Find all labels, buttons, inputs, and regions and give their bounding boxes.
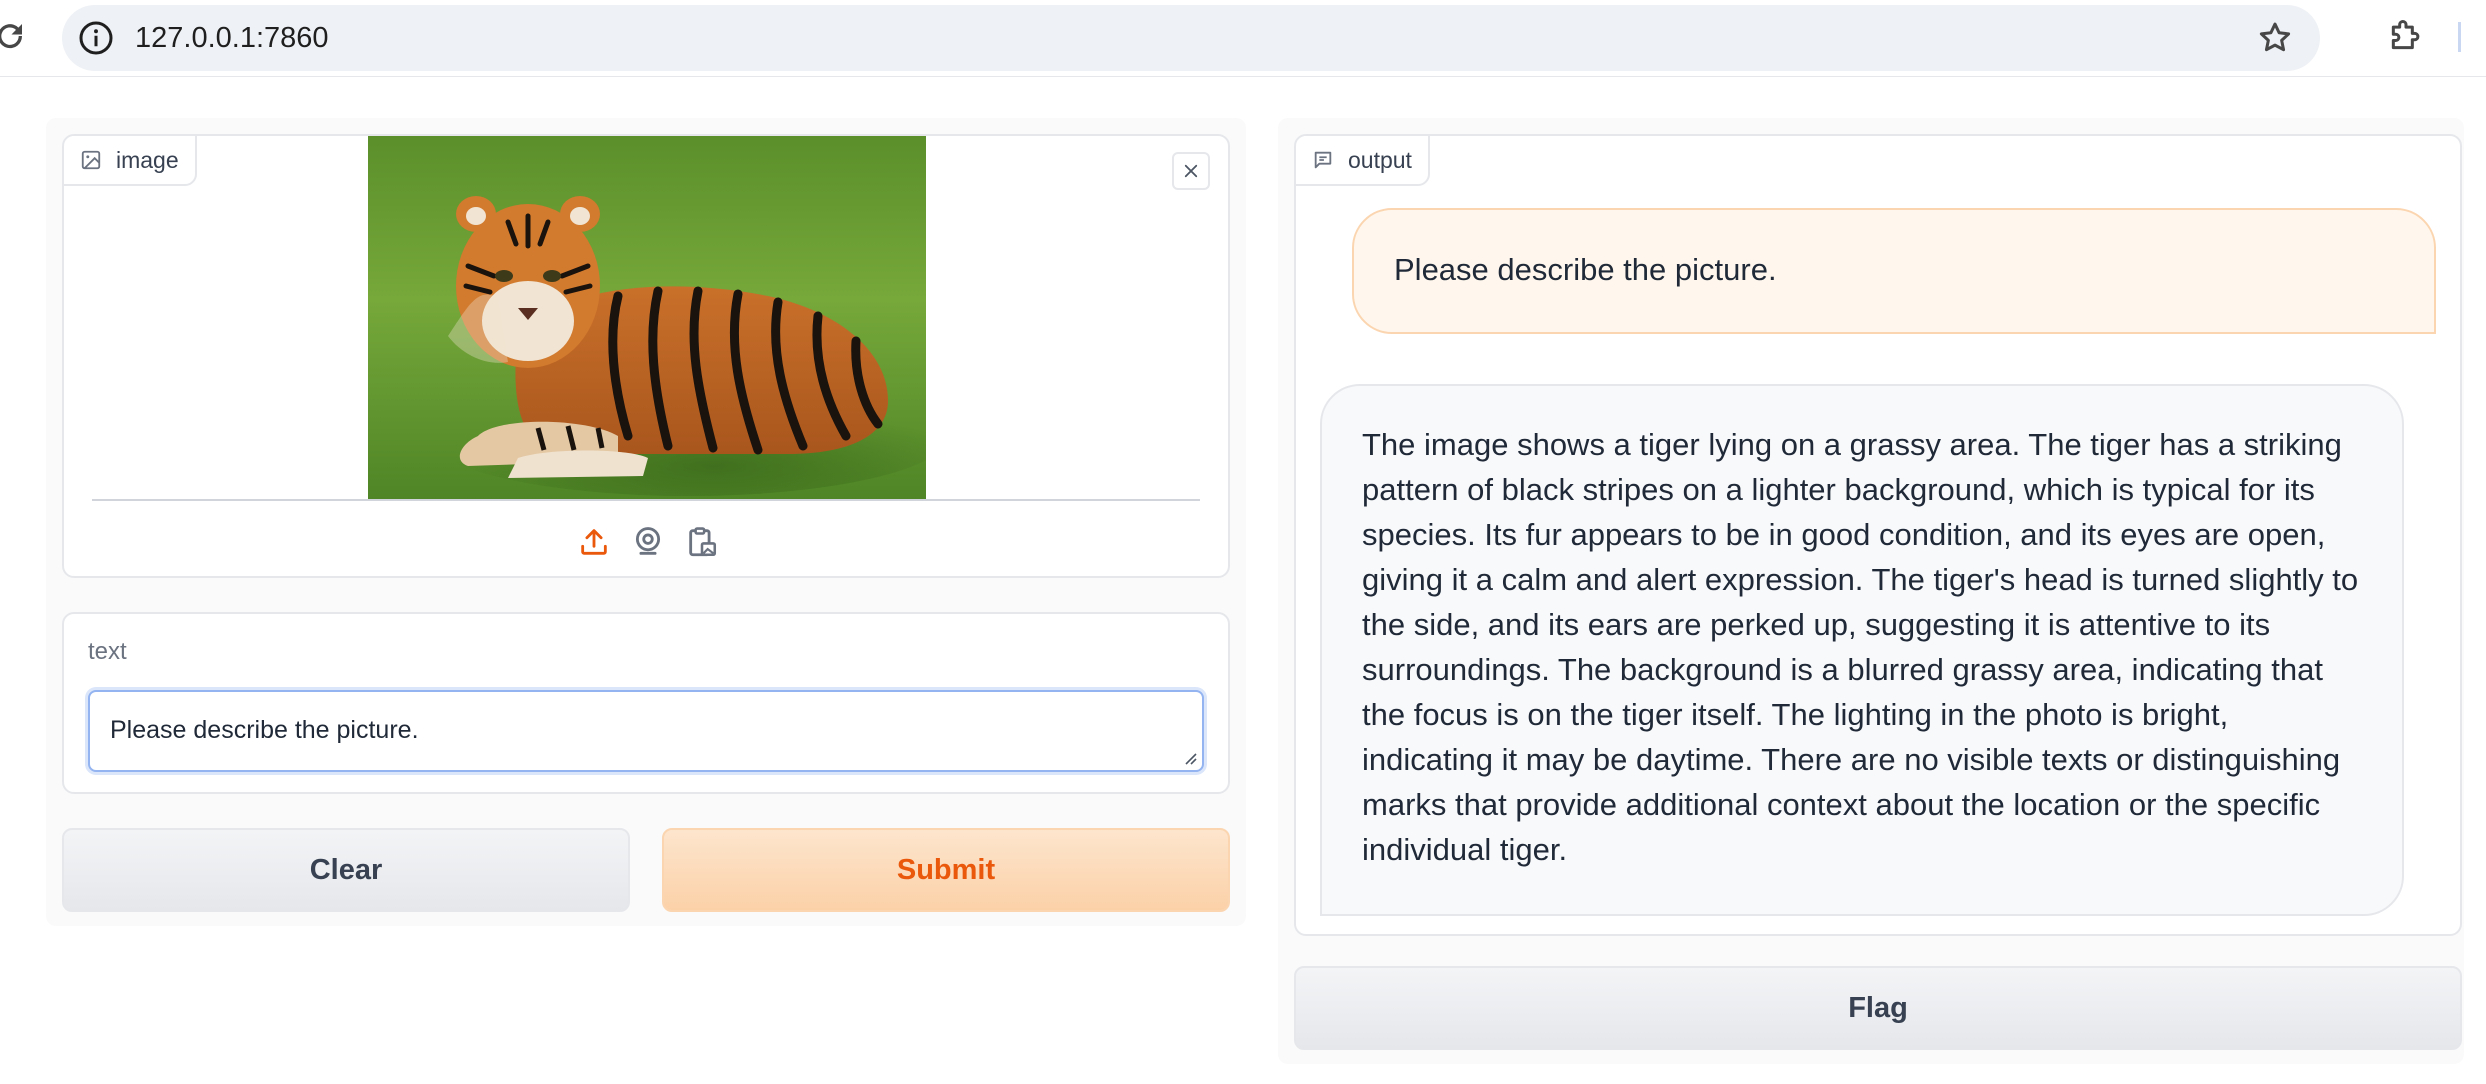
text-input-field[interactable]: Please describe the picture. bbox=[88, 690, 1204, 772]
reload-icon[interactable] bbox=[0, 18, 28, 54]
text-input-label: text bbox=[88, 638, 127, 665]
image-block-label: image bbox=[64, 136, 197, 186]
webcam-icon bbox=[635, 527, 661, 555]
upload-source-button[interactable] bbox=[576, 524, 612, 560]
bot-message-text: The image shows a tiger lying on a grass… bbox=[1362, 427, 2359, 867]
image-label-text: image bbox=[116, 146, 179, 173]
image-input-panel: image bbox=[62, 134, 1230, 578]
input-column: image text Please describe the picture. … bbox=[46, 118, 1246, 926]
bookmark-star-icon[interactable] bbox=[2256, 19, 2294, 57]
close-icon bbox=[1184, 164, 1198, 178]
image-source-selector bbox=[64, 524, 1228, 564]
output-block-label: output bbox=[1296, 136, 1430, 186]
bot-message: The image shows a tiger lying on a grass… bbox=[1320, 384, 2404, 916]
toolbar-divider bbox=[0, 76, 2486, 77]
clear-button[interactable]: Clear bbox=[62, 828, 630, 912]
image-divider bbox=[92, 499, 1200, 501]
user-message: Please describe the picture. bbox=[1352, 208, 2436, 334]
toolbar-separator bbox=[2458, 22, 2461, 52]
webcam-source-button[interactable] bbox=[630, 524, 666, 560]
chat-icon bbox=[1314, 151, 1332, 169]
output-column: output Please describe the picture. The … bbox=[1278, 118, 2464, 1064]
browser-toolbar: 127.0.0.1:7860 bbox=[0, 0, 2486, 76]
text-input-value: Please describe the picture. bbox=[110, 716, 419, 744]
image-icon bbox=[81, 150, 101, 170]
resize-handle-icon[interactable] bbox=[1182, 750, 1198, 766]
text-input-panel: text Please describe the picture. bbox=[62, 612, 1230, 794]
flag-button[interactable]: Flag bbox=[1294, 966, 2462, 1050]
submit-button[interactable]: Submit bbox=[662, 828, 1230, 912]
uploaded-tiger-image bbox=[368, 136, 926, 500]
chatbot-output-panel: output Please describe the picture. The … bbox=[1294, 134, 2462, 936]
address-bar[interactable]: 127.0.0.1:7860 bbox=[62, 5, 2320, 71]
remove-image-button[interactable] bbox=[1172, 152, 1210, 190]
site-info-icon[interactable] bbox=[78, 20, 114, 56]
extensions-icon[interactable] bbox=[2387, 16, 2425, 54]
output-label-text: output bbox=[1348, 146, 1412, 173]
clipboard-source-button[interactable] bbox=[684, 524, 720, 560]
clipboard-icon bbox=[689, 527, 717, 557]
upload-icon bbox=[581, 529, 607, 555]
user-message-text: Please describe the picture. bbox=[1394, 252, 1777, 287]
url-text[interactable]: 127.0.0.1:7860 bbox=[135, 20, 329, 56]
